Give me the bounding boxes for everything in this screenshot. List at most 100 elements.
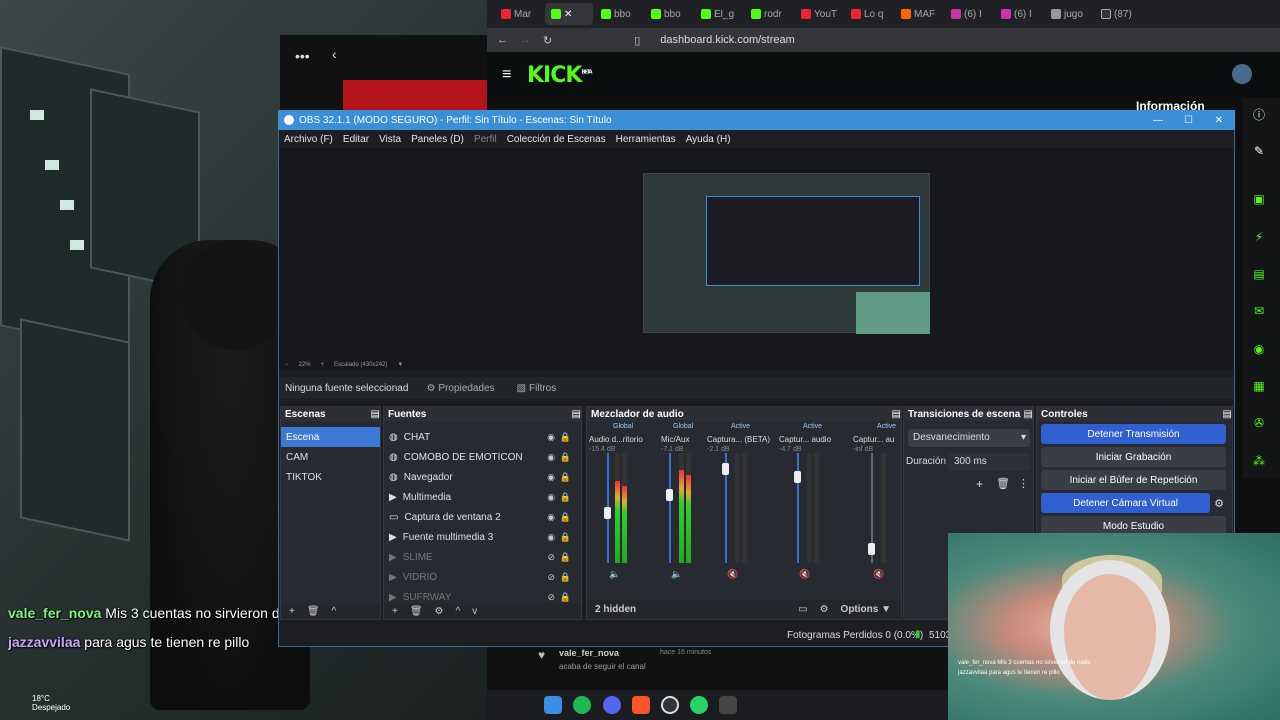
- menu-ayuda[interactable]: Ayuda (H): [686, 134, 731, 145]
- volume-knob[interactable]: [722, 463, 729, 475]
- discord-icon[interactable]: [603, 696, 621, 714]
- whatsapp-icon[interactable]: [690, 696, 708, 714]
- hamburger-menu-icon[interactable]: ≡: [502, 66, 511, 84]
- move-down-icon[interactable]: v: [472, 606, 477, 617]
- volume-knob[interactable]: [666, 489, 673, 501]
- avatar[interactable]: [1232, 64, 1252, 84]
- add-icon[interactable]: +: [289, 606, 295, 617]
- info-icon[interactable]: ⓘ: [1250, 106, 1268, 124]
- browser-tab[interactable]: bbo: [645, 3, 693, 25]
- lock-icon[interactable]: 🔒: [560, 472, 571, 483]
- channel-name[interactable]: Captur... audio: [779, 435, 853, 444]
- browser-tab[interactable]: rodr: [745, 3, 793, 25]
- dock-menu-icon[interactable]: ▤: [371, 409, 380, 420]
- scale-dropdown-icon[interactable]: ▼: [397, 362, 403, 368]
- lock-icon[interactable]: 🔒: [560, 532, 571, 543]
- eye-icon[interactable]: ◉: [547, 452, 555, 463]
- stop-streaming-button[interactable]: Detener Transmisión: [1041, 424, 1226, 444]
- channel-name[interactable]: Captur... au: [853, 435, 899, 444]
- browser-tab[interactable]: jugo: [1045, 3, 1093, 25]
- menu-herramientas[interactable]: Herramientas: [616, 134, 676, 145]
- back-arrow-icon[interactable]: ‹: [332, 46, 337, 62]
- layout-icon[interactable]: ▭: [798, 604, 807, 615]
- start-recording-button[interactable]: Iniciar Grabación: [1041, 447, 1226, 467]
- channel-name[interactable]: Audio d...ritorio: [589, 435, 663, 444]
- volume-slider[interactable]: [797, 453, 799, 563]
- bookmark-icon[interactable]: ▯: [634, 34, 640, 47]
- speaker-icon[interactable]: 🔈: [609, 569, 620, 580]
- source-item[interactable]: ▶ Multimedia ◉ 🔒: [384, 487, 581, 507]
- app-icon[interactable]: [719, 696, 737, 714]
- options-button[interactable]: Options ▼: [841, 604, 891, 615]
- lock-icon[interactable]: 🔒: [560, 432, 571, 443]
- lock-icon[interactable]: 🔒: [560, 572, 571, 583]
- move-up-icon[interactable]: ^: [456, 606, 461, 617]
- menu-vista[interactable]: Vista: [379, 134, 401, 145]
- remove-icon[interactable]: 🗑: [307, 606, 320, 617]
- windows-start-icon[interactable]: [544, 696, 562, 714]
- zoom-out-icon[interactable]: −: [285, 362, 289, 368]
- chat-icon[interactable]: ✉: [1250, 302, 1268, 320]
- muted-speaker-icon[interactable]: 🔇: [727, 569, 738, 580]
- eye-hidden-icon[interactable]: ⊘: [547, 592, 555, 603]
- browser-tab[interactable]: YouT: [795, 3, 843, 25]
- broadcast-icon[interactable]: ◉: [1250, 340, 1268, 358]
- browser-tab[interactable]: bbo: [595, 3, 643, 25]
- browser-tab[interactable]: Mar: [495, 3, 543, 25]
- lightning-icon[interactable]: ⚡: [1250, 228, 1268, 246]
- eye-hidden-icon[interactable]: ⊘: [547, 552, 555, 563]
- forward-icon[interactable]: →: [520, 34, 531, 46]
- dock-menu-icon[interactable]: ▤: [572, 409, 581, 420]
- layers-icon[interactable]: ▦: [1250, 377, 1268, 395]
- source-item[interactable]: ◍ COMOBO DE EMOTICON ◉ 🔒: [384, 447, 581, 467]
- speaker-icon[interactable]: 🔈: [671, 569, 682, 580]
- add-icon[interactable]: +: [392, 606, 398, 617]
- reload-icon[interactable]: ↻: [543, 34, 552, 47]
- muted-speaker-icon[interactable]: 🔇: [873, 569, 884, 580]
- menu-paneles[interactable]: Paneles (D): [411, 134, 464, 145]
- eye-icon[interactable]: ◉: [547, 512, 555, 523]
- properties-button[interactable]: ⚙ Propiedades: [422, 381, 498, 396]
- replay-buffer-button[interactable]: Iniciar el Búfer de Repetición: [1041, 470, 1226, 490]
- close-icon[interactable]: ✕: [564, 9, 572, 20]
- filters-button[interactable]: ▧ Filtros: [513, 381, 561, 396]
- lock-icon[interactable]: 🔒: [560, 552, 571, 563]
- volume-slider[interactable]: [669, 453, 671, 563]
- browser-tab[interactable]: MAF: [895, 3, 943, 25]
- menu-archivo[interactable]: Archivo (F): [284, 134, 333, 145]
- menu-coleccion[interactable]: Colección de Escenas: [507, 134, 606, 145]
- gear-icon[interactable]: ⚙: [1214, 497, 1224, 510]
- url-field[interactable]: dashboard.kick.com/stream: [660, 34, 795, 46]
- volume-knob[interactable]: [794, 471, 801, 483]
- weather-widget[interactable]: 18°C Despejado: [14, 694, 70, 712]
- lock-icon[interactable]: 🔒: [560, 512, 571, 523]
- document-icon[interactable]: ▤: [1250, 265, 1268, 283]
- obs-taskbar-icon[interactable]: [661, 696, 679, 714]
- volume-knob[interactable]: [604, 507, 611, 519]
- channel-name[interactable]: Captura... (BETA): [707, 435, 781, 444]
- remove-icon[interactable]: 🗑: [996, 477, 1010, 490]
- link-icon[interactable]: ⚙: [820, 604, 829, 615]
- source-item[interactable]: ◍ Navegador ◉ 🔒: [384, 467, 581, 487]
- eye-hidden-icon[interactable]: ⊘: [547, 572, 555, 583]
- hidden-count[interactable]: 2 hidden: [595, 604, 636, 615]
- source-item[interactable]: ▭ Captura de ventana 2 ◉ 🔒: [384, 507, 581, 527]
- scene-item[interactable]: CAM: [281, 447, 380, 467]
- source-item[interactable]: ◍ CHAT ◉ 🔒: [384, 427, 581, 447]
- browser-tab[interactable]: Lo q: [845, 3, 893, 25]
- clip-icon[interactable]: ▣: [1250, 190, 1268, 208]
- dock-menu-icon[interactable]: ▤: [1024, 409, 1033, 420]
- eye-icon[interactable]: ◉: [547, 492, 555, 503]
- lock-icon[interactable]: 🔒: [560, 492, 571, 503]
- eye-icon[interactable]: ◉: [547, 432, 555, 443]
- close-icon[interactable]: ✕: [1215, 115, 1223, 126]
- duration-stepper[interactable]: 300 ms: [948, 453, 1030, 471]
- browser-tab[interactable]: (6) I: [945, 3, 993, 25]
- menu-editar[interactable]: Editar: [343, 134, 369, 145]
- browser-tab[interactable]: (87): [1095, 3, 1143, 25]
- lock-icon[interactable]: 🔒: [560, 452, 571, 463]
- move-up-icon[interactable]: ^: [332, 606, 337, 617]
- volume-knob[interactable]: [868, 543, 875, 555]
- lock-icon[interactable]: 🔒: [560, 592, 571, 603]
- scene-item[interactable]: Escena: [281, 427, 380, 447]
